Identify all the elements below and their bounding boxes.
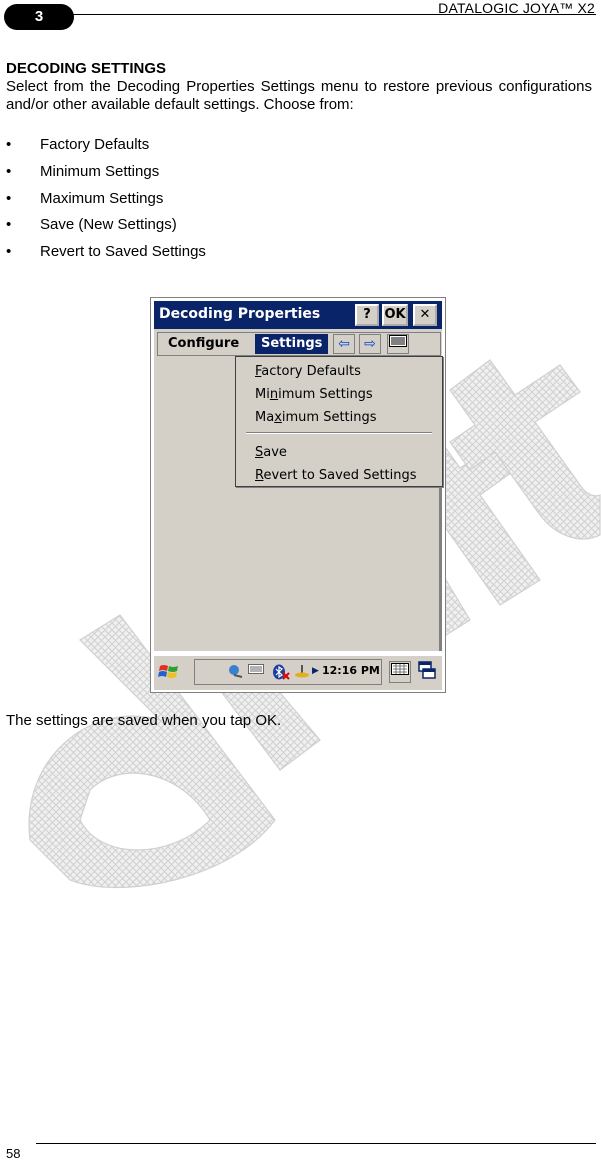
help-button[interactable]: ? [355, 304, 379, 326]
intro-paragraph: Select from the Decoding Properties Sett… [6, 78, 592, 113]
bullet: • [6, 243, 12, 261]
menu-item-factory-defaults[interactable]: Factory Defaults [255, 363, 361, 381]
device-screenshot: Decoding Properties ? OK ✕ Configure Set… [150, 297, 446, 693]
options-list: • Factory Defaults • Minimum Settings • Max… [6, 136, 206, 270]
list-item: • Factory Defaults [6, 136, 150, 153]
barcode-tray-icon[interactable] [248, 664, 264, 678]
menu-bar: Configure Settings ⇦ ⇨ [154, 329, 442, 359]
menu-item-minimum-settings[interactable]: Minimum Settings [255, 386, 373, 404]
keyboard-icon[interactable] [389, 661, 411, 683]
tray-arrow-icon[interactable]: ▶ [312, 664, 319, 678]
menu-settings[interactable]: Settings [255, 334, 329, 354]
menu-configure[interactable]: Configure [162, 334, 245, 354]
list-item: • Revert to Saved Settings [6, 243, 206, 261]
bullet: • [6, 216, 12, 234]
battery-icon[interactable] [294, 664, 310, 682]
task-switcher-icon[interactable] [416, 661, 438, 683]
bullet: • [6, 189, 12, 207]
bluetooth-off-icon[interactable] [272, 664, 290, 684]
list-item: • Minimum Settings [6, 162, 160, 180]
window-titlebar: Decoding Properties ? OK ✕ [154, 301, 442, 329]
page-number: 58 [6, 1146, 21, 1161]
barcode-icon[interactable] [387, 334, 409, 354]
windows-start-icon[interactable] [158, 661, 180, 683]
document-title: DATALOGIC JOYA™ X2 [438, 0, 595, 16]
section-title: DECODING SETTINGS [6, 60, 167, 77]
bullet: • [6, 162, 12, 180]
network-icon[interactable] [228, 664, 244, 682]
close-button[interactable]: ✕ [413, 304, 437, 326]
closing-paragraph: The settings are saved when you tap OK. [6, 712, 282, 729]
settings-dropdown-menu: Factory Defaults Minimum Settings Maximu… [235, 356, 443, 487]
menu-item-save[interactable]: Save [255, 444, 287, 462]
back-arrow-icon[interactable]: ⇦ [333, 334, 355, 354]
taskbar: ▶ 12:16 PM [154, 655, 442, 690]
ok-button[interactable]: OK [382, 304, 408, 326]
list-item: • Save (New Settings) [6, 216, 177, 234]
menu-item-maximum-settings[interactable]: Maximum Settings [255, 409, 377, 427]
footer-rule [36, 1143, 596, 1144]
menu-separator [246, 432, 432, 434]
taskbar-clock[interactable]: 12:16 PM [322, 664, 380, 677]
bullet: • [6, 136, 12, 153]
chapter-badge: 3 [4, 4, 74, 30]
forward-arrow-icon[interactable]: ⇨ [359, 334, 381, 354]
list-item: • Maximum Settings [6, 189, 164, 207]
window-title: Decoding Properties [159, 306, 321, 322]
menu-item-revert-to-saved[interactable]: Revert to Saved Settings [255, 467, 417, 485]
